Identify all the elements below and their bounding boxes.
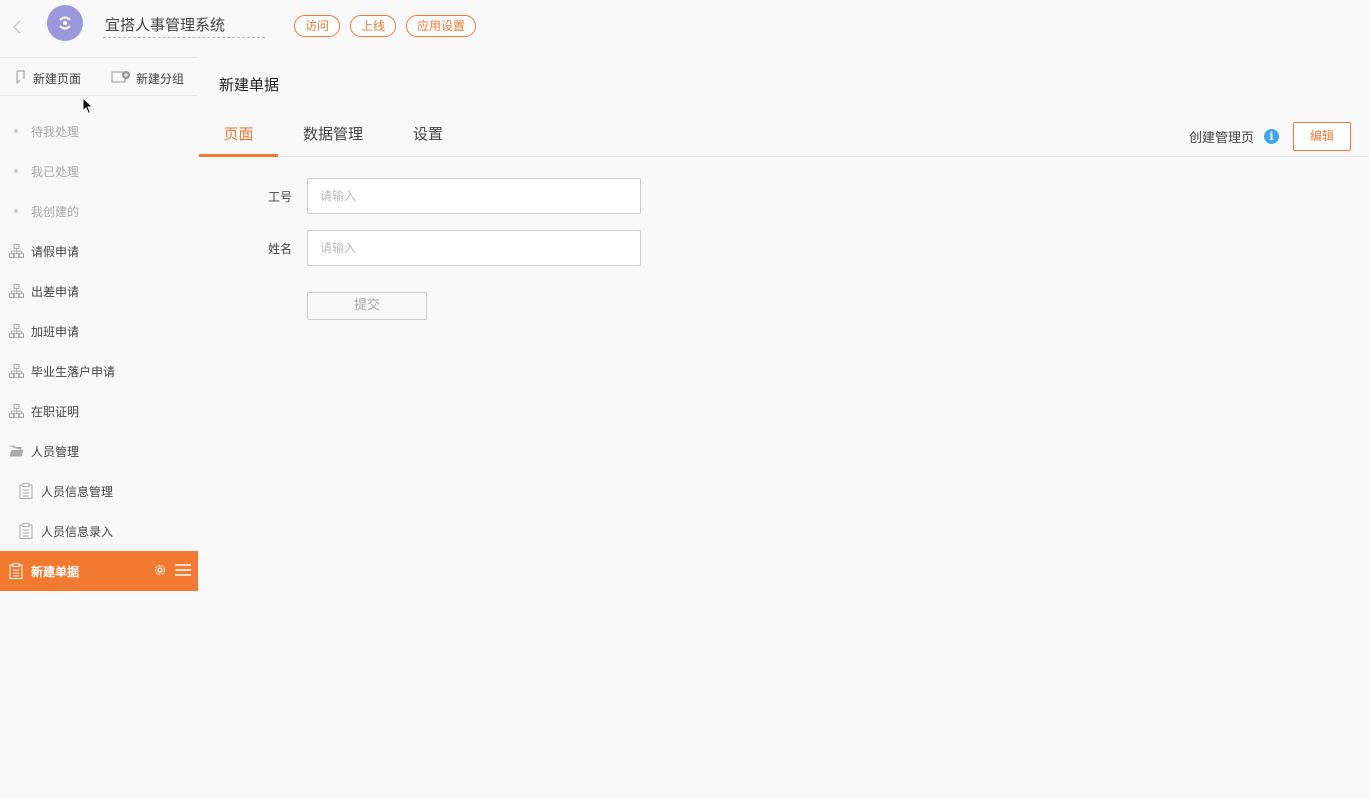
open-folder-icon — [8, 443, 24, 459]
new-page-button[interactable]: 新建页面 — [14, 70, 81, 87]
sidebar-item-label: 加班申请 — [31, 324, 80, 339]
new-page-icon — [14, 70, 28, 87]
clipboard-icon — [18, 483, 34, 499]
mouse-cursor-icon — [82, 96, 94, 119]
new-page-label: 新建页面 — [33, 72, 82, 86]
process-flow-icon — [8, 283, 24, 299]
dot-icon — [8, 203, 24, 219]
sidebar-item-label: 人员信息管理 — [41, 484, 114, 499]
app-logo — [47, 5, 83, 41]
dot-icon — [8, 163, 24, 179]
create-manage-page-link[interactable]: 创建管理页 — [1189, 127, 1254, 146]
sidebar-item-created[interactable]: 我创建的 — [0, 191, 198, 231]
sidebar-item-label: 毕业生落户申请 — [31, 364, 116, 379]
visit-button[interactable]: 访问 — [294, 15, 340, 37]
gear-icon[interactable] — [153, 563, 167, 580]
clipboard-icon — [8, 563, 24, 579]
process-flow-icon — [8, 243, 24, 259]
sidebar-item-new-document[interactable]: 新建单据 — [0, 551, 198, 591]
tab-page[interactable]: 页面 — [199, 123, 278, 157]
new-group-label: 新建分组 — [136, 72, 185, 86]
item-tools — [153, 563, 191, 580]
dot-icon — [8, 123, 24, 139]
sidebar-actions: 新建页面 新建分组 — [0, 57, 198, 96]
back-arrow-icon[interactable] — [11, 17, 27, 37]
sidebar-item-label: 在职证明 — [31, 404, 80, 419]
tab-bar: 页面 数据管理 设置 创建管理页 i 编辑 — [199, 110, 1369, 157]
sidebar-item-employment-certificate[interactable]: 在职证明 — [0, 391, 198, 431]
sidebar-item-graduate-settlement[interactable]: 毕业生落户申请 — [0, 351, 198, 391]
clipboard-icon — [18, 523, 34, 539]
process-flow-icon — [8, 363, 24, 379]
sidebar-item-processed[interactable]: 我已处理 — [0, 151, 198, 191]
edit-button[interactable]: 编辑 — [1293, 122, 1351, 151]
app-title[interactable]: 宜搭人事管理系统 — [103, 14, 266, 38]
info-icon[interactable]: i — [1264, 129, 1279, 144]
employee-id-label: 工号 — [267, 190, 292, 204]
sidebar-item-label: 请假申请 — [31, 244, 80, 259]
sidebar-item-label: 我已处理 — [31, 164, 80, 179]
process-flow-icon — [8, 323, 24, 339]
sidebar-item-label: 人员信息录入 — [41, 524, 114, 539]
tab-data-management[interactable]: 数据管理 — [299, 123, 367, 157]
new-group-button[interactable]: 新建分组 — [111, 70, 184, 87]
sidebar-item-label: 我创建的 — [31, 204, 80, 219]
sidebar: 新建页面 新建分组 待我处理 我已处理 我创建的 请假申请 出差申请 加班申请 … — [0, 57, 198, 798]
sidebar-item-label: 待我处理 — [31, 124, 80, 139]
tab-settings[interactable]: 设置 — [411, 123, 445, 157]
app-header: 宜搭人事管理系统 访问 上线 应用设置 — [0, 0, 1369, 56]
name-label: 姓名 — [267, 242, 292, 256]
app-settings-button[interactable]: 应用设置 — [406, 15, 476, 37]
menu-icon[interactable] — [175, 564, 191, 579]
sidebar-item-leave[interactable]: 请假申请 — [0, 231, 198, 271]
sidebar-item-overtime[interactable]: 加班申请 — [0, 311, 198, 351]
name-input[interactable]: 请输入 — [307, 230, 641, 266]
employee-id-input[interactable]: 请输入 — [307, 178, 641, 214]
sidebar-item-label: 新建单据 — [31, 564, 80, 579]
sidebar-item-personnel-group[interactable]: 人员管理 — [0, 431, 198, 471]
sidebar-item-business-trip[interactable]: 出差申请 — [0, 271, 198, 311]
sidebar-item-personnel-info-manage[interactable]: 人员信息管理 — [0, 471, 198, 511]
page-title: 新建单据 — [219, 76, 280, 94]
sidebar-item-personnel-info-entry[interactable]: 人员信息录入 — [0, 511, 198, 551]
sidebar-item-label: 人员管理 — [31, 444, 80, 459]
submit-button[interactable]: 提交 — [307, 292, 427, 320]
process-flow-icon — [8, 403, 24, 419]
sidebar-item-pending[interactable]: 待我处理 — [0, 111, 198, 151]
go-live-button[interactable]: 上线 — [350, 15, 396, 37]
sidebar-item-label: 出差申请 — [31, 284, 80, 299]
new-folder-icon — [111, 70, 131, 87]
tab-right-tools: 创建管理页 i 编辑 — [1189, 122, 1351, 151]
